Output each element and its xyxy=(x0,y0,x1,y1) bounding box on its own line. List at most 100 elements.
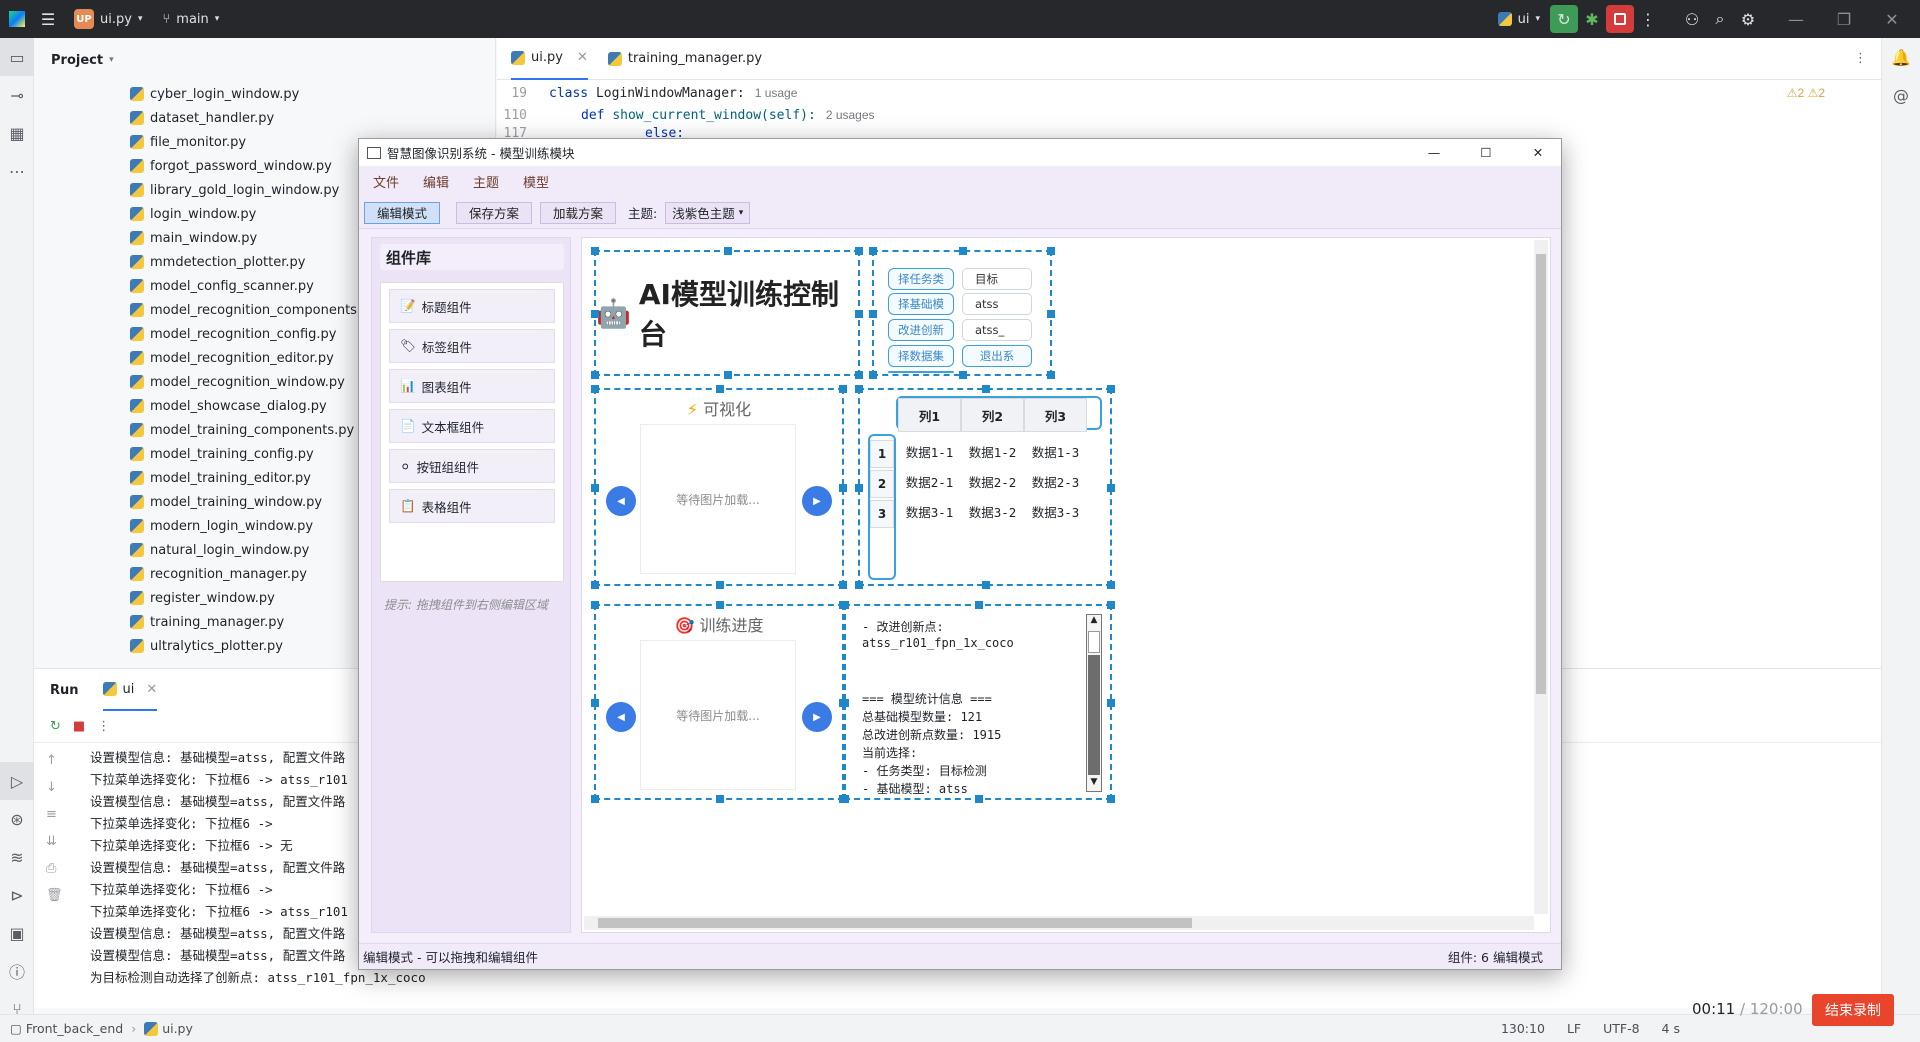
table-cell[interactable]: 数据2-2 xyxy=(961,466,1024,496)
resize-handle[interactable] xyxy=(855,371,863,379)
close-icon[interactable]: ✕ xyxy=(577,50,588,65)
resize-handle[interactable] xyxy=(982,581,990,589)
textbox-scrollbar[interactable]: ▲ ▼ xyxy=(1086,614,1102,792)
resize-handle[interactable] xyxy=(591,371,599,379)
column-header[interactable]: 列3 xyxy=(1024,398,1087,432)
canvas-hscroll[interactable] xyxy=(584,916,1534,930)
select-dataset-button[interactable]: 择数据集 xyxy=(888,345,954,367)
commit-icon[interactable]: ⊸ xyxy=(0,76,34,114)
resize-handle[interactable] xyxy=(1047,371,1055,379)
resize-handle[interactable] xyxy=(716,795,724,803)
resize-handle[interactable] xyxy=(855,581,863,589)
resize-handle[interactable] xyxy=(841,601,849,609)
usage-hint[interactable]: 1 usage xyxy=(755,86,798,100)
resize-handle[interactable] xyxy=(855,310,863,318)
save-scheme-button[interactable]: 保存方案 xyxy=(456,201,533,224)
visualization-component[interactable]: ⚡ 可视化 等待图片加载... ◀ ▶ xyxy=(591,385,847,589)
menu-file[interactable]: 文件 xyxy=(373,172,399,191)
cursor-position[interactable]: 130:10 xyxy=(1501,1021,1545,1036)
resize-handle[interactable] xyxy=(1107,385,1115,393)
resize-handle[interactable] xyxy=(975,795,983,803)
resize-handle[interactable] xyxy=(1047,247,1055,255)
textbox-component[interactable]: - 改进创新点: atss_r101_fpn_1x_coco === 模型统计信息 … xyxy=(841,601,1115,803)
debug-icon[interactable]: ✱ xyxy=(1578,5,1606,33)
table-cell[interactable]: 数据3-2 xyxy=(961,496,1024,526)
palette-item-title[interactable]: 📝 标题组件 xyxy=(389,289,555,323)
resize-handle[interactable] xyxy=(591,310,599,318)
resize-handle[interactable] xyxy=(1107,581,1115,589)
restore-icon[interactable]: ❐ xyxy=(1830,5,1858,33)
add-user-icon[interactable]: ⚇ xyxy=(1678,5,1706,33)
resize-handle[interactable] xyxy=(716,581,724,589)
table-component[interactable]: 列1 列2 列3 1 2 3 数据1-1 数据1-2 数据1-3 数据2-1 数… xyxy=(855,385,1115,589)
resize-handle[interactable] xyxy=(724,247,732,255)
palette-item-textbox[interactable]: 📄 文本框组件 xyxy=(389,409,555,443)
scroll-up-icon[interactable]: ▲ xyxy=(1087,615,1101,629)
breadcrumb-root[interactable]: Front_back_end xyxy=(26,1021,123,1036)
more-icon[interactable]: ⋮ xyxy=(97,719,110,734)
resize-handle[interactable] xyxy=(1107,795,1115,803)
layers-icon[interactable]: ≋ xyxy=(0,838,34,876)
more-icon[interactable]: ⋮ xyxy=(1854,51,1867,66)
edit-canvas[interactable]: 🤖 AI模型训练控制台 择任务类 择基础模 改进创新 择数据集 目标 atss … xyxy=(581,237,1551,933)
innovation-select[interactable]: atss_ xyxy=(962,319,1032,341)
resize-handle[interactable] xyxy=(591,601,599,609)
file-item[interactable]: dataset_handler.py xyxy=(34,106,495,130)
table-cell[interactable]: 数据1-3 xyxy=(1024,436,1087,466)
more-tools-icon[interactable]: ⋯ xyxy=(0,152,34,190)
rerun-icon[interactable]: ↻ xyxy=(50,719,61,734)
resize-handle[interactable] xyxy=(724,371,732,379)
resize-handle[interactable] xyxy=(716,601,724,609)
rerun-icon[interactable]: ↻ xyxy=(1550,5,1578,33)
branch-selector[interactable]: ⑂ main ▾ xyxy=(162,12,219,27)
stop-recording-button[interactable]: 结束录制 xyxy=(1812,994,1894,1026)
stop-icon[interactable] xyxy=(1606,5,1634,33)
resize-handle[interactable] xyxy=(959,247,967,255)
run-tab-title[interactable]: Run xyxy=(50,683,79,698)
python-console-icon[interactable]: ⊛ xyxy=(0,800,34,838)
palette-item-table[interactable]: 📋 表格组件 xyxy=(389,489,555,523)
minimize-icon[interactable]: — xyxy=(1782,5,1810,33)
load-scheme-button[interactable]: 加载方案 xyxy=(540,201,617,224)
prev-image-button[interactable]: ◀ xyxy=(606,486,636,516)
maximize-icon[interactable]: ☐ xyxy=(1463,145,1509,160)
scroll-down-icon[interactable]: ▼ xyxy=(1087,777,1101,791)
palette-item-chart[interactable]: 📊 图表组件 xyxy=(389,369,555,403)
indent-setting[interactable]: 4 s xyxy=(1662,1021,1680,1036)
scrollbar-thumb[interactable] xyxy=(1088,631,1100,653)
resize-handle[interactable] xyxy=(841,699,849,707)
table-cell[interactable]: 数据1-2 xyxy=(961,436,1024,466)
select-base-model-button[interactable]: 择基础模 xyxy=(888,293,954,315)
menu-edit[interactable]: 编辑 xyxy=(423,172,449,191)
prev-image-button[interactable]: ◀ xyxy=(606,702,636,732)
canvas-vscroll[interactable] xyxy=(1534,240,1548,914)
scrollbar-thumb[interactable] xyxy=(598,918,1192,928)
resize-handle[interactable] xyxy=(869,371,877,379)
textbox-content[interactable]: - 改进创新点: atss_r101_fpn_1x_coco === 模型统计信息 … xyxy=(862,618,1080,794)
gear-icon[interactable]: ⚙ xyxy=(1734,5,1762,33)
run-config-tab[interactable]: ui ✕ xyxy=(102,669,158,711)
resize-handle[interactable] xyxy=(591,247,599,255)
file-encoding[interactable]: UTF-8 xyxy=(1603,1021,1639,1036)
minimize-icon[interactable]: — xyxy=(1411,145,1457,160)
innovation-button[interactable]: 改进创新 xyxy=(888,319,954,341)
exit-button[interactable]: 退出系 xyxy=(962,345,1032,367)
next-image-button[interactable]: ▶ xyxy=(802,486,832,516)
resize-handle[interactable] xyxy=(591,699,599,707)
problems-icon[interactable]: ⓘ xyxy=(0,952,34,990)
resize-handle[interactable] xyxy=(839,484,847,492)
project-selector[interactable]: UP ui.py ▾ xyxy=(74,9,142,29)
resize-handle[interactable] xyxy=(1107,601,1115,609)
resize-handle[interactable] xyxy=(591,484,599,492)
column-header[interactable]: 列1 xyxy=(898,398,961,432)
edit-mode-button[interactable]: 编辑模式 xyxy=(364,201,441,224)
table-cell[interactable]: 数据3-3 xyxy=(1024,496,1087,526)
folder-icon[interactable]: ▭ xyxy=(0,38,34,76)
warnings-indicator[interactable]: ⚠2 ⚠2 xyxy=(1787,86,1825,100)
table-cell[interactable]: 数据2-3 xyxy=(1024,466,1087,496)
structure-icon[interactable]: ▦ xyxy=(0,114,34,152)
table-cell[interactable]: 数据1-1 xyxy=(898,436,961,466)
resize-handle[interactable] xyxy=(1107,699,1115,707)
resize-handle[interactable] xyxy=(841,795,849,803)
ai-assistant-icon[interactable]: @ xyxy=(1882,76,1920,114)
